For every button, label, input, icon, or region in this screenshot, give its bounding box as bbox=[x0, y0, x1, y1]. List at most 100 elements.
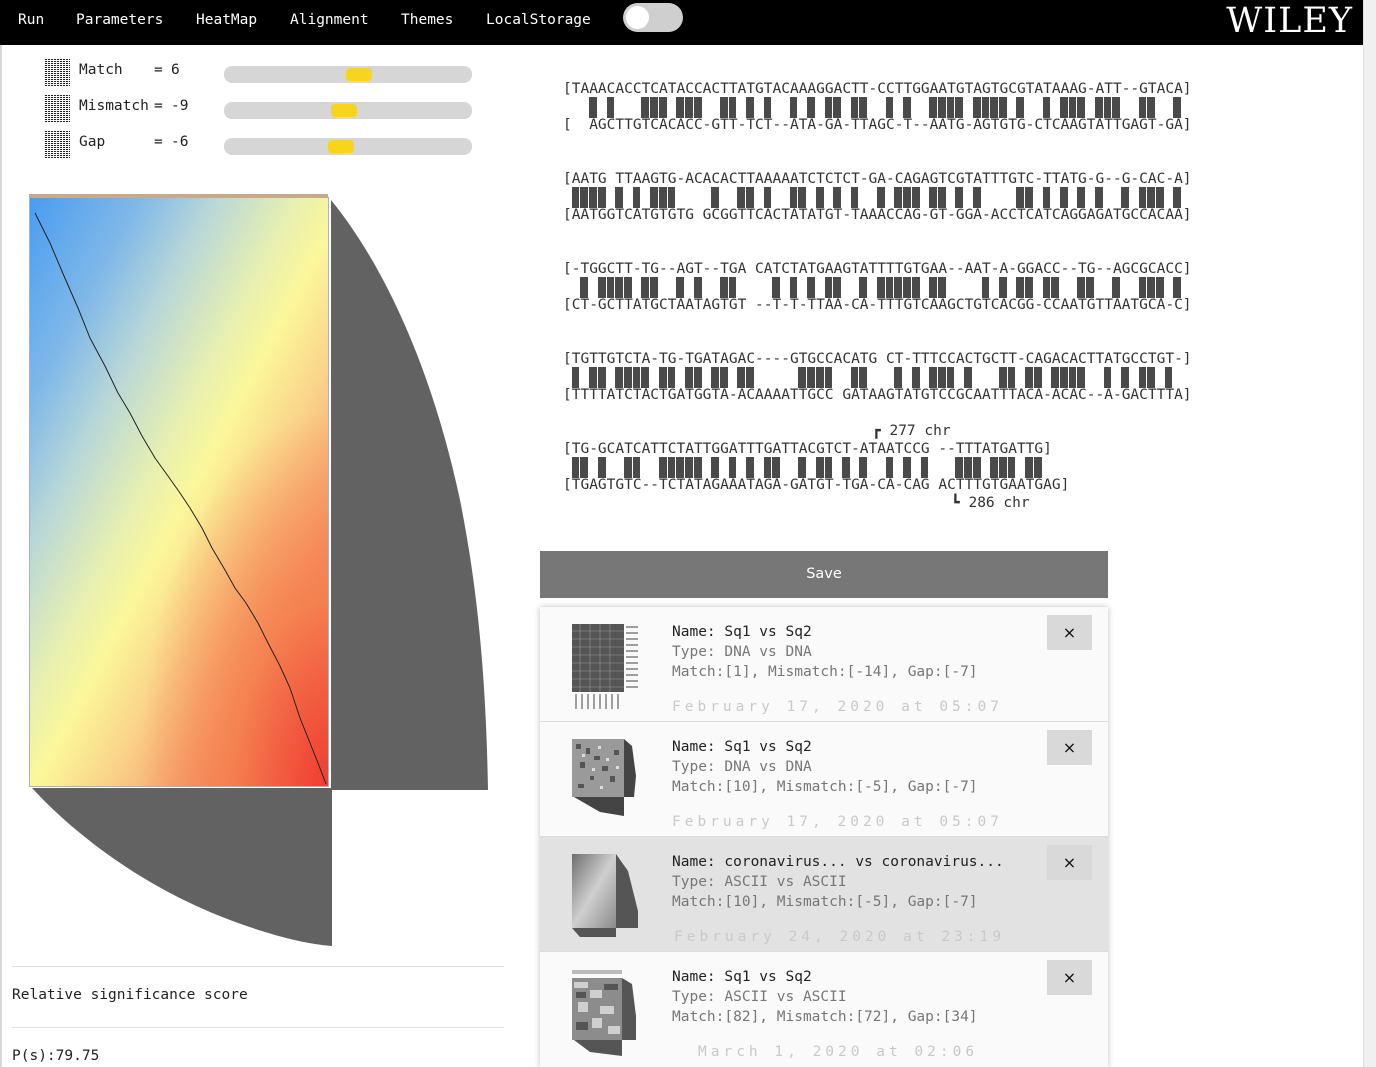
match-bar bbox=[815, 367, 824, 388]
match-bar bbox=[1121, 367, 1129, 388]
match-bar bbox=[685, 457, 693, 478]
match-bar bbox=[1025, 187, 1033, 208]
match-bar bbox=[894, 187, 903, 208]
match-bar bbox=[632, 187, 641, 208]
match-bar bbox=[1016, 187, 1025, 208]
match-bar bbox=[597, 187, 606, 208]
match-bar bbox=[763, 97, 772, 118]
marker-bottom: ┗ 286 chr bbox=[951, 495, 1030, 511]
match-bar bbox=[685, 367, 693, 388]
match-bar bbox=[580, 277, 589, 298]
close-icon: × bbox=[1062, 968, 1077, 987]
match-bar bbox=[1033, 457, 1042, 478]
item-params: Match:[1], Mismatch:[-14], Gap:[-7] bbox=[672, 664, 978, 680]
page-scrollbar[interactable] bbox=[1363, 0, 1376, 1067]
match-bar bbox=[1025, 367, 1033, 388]
match-bar bbox=[1051, 367, 1060, 388]
match-bar bbox=[903, 277, 911, 298]
match-bar bbox=[658, 457, 667, 478]
delete-item-button[interactable]: × bbox=[1047, 845, 1092, 880]
match-bar bbox=[833, 97, 842, 118]
heatmap-thumbnail-icon bbox=[572, 739, 636, 816]
match-bar bbox=[990, 457, 998, 478]
match-bar bbox=[676, 97, 685, 118]
match-bar bbox=[876, 187, 885, 208]
match-bar bbox=[911, 367, 920, 388]
saved-item[interactable]: Name: coronavirus... vs coronavirus... T… bbox=[540, 837, 1108, 952]
heatmap-canvas[interactable] bbox=[29, 197, 329, 787]
toggle-knob bbox=[626, 6, 649, 29]
match-bar bbox=[859, 97, 868, 118]
marker-bottom-label: 286 chr bbox=[968, 495, 1030, 511]
match-bar bbox=[1103, 97, 1112, 118]
match-bar bbox=[885, 97, 894, 118]
saved-item[interactable]: Name: Sq1 vs Sq2 Type: DNA vs DNA Match:… bbox=[540, 722, 1108, 837]
match-bar bbox=[624, 277, 632, 298]
match-bar bbox=[658, 367, 667, 388]
delete-item-button[interactable]: × bbox=[1047, 730, 1092, 765]
match-bar bbox=[1094, 97, 1103, 118]
match-bar bbox=[1138, 367, 1147, 388]
match-bar bbox=[1025, 277, 1033, 298]
match-bar bbox=[1173, 187, 1182, 208]
match-bar bbox=[1077, 187, 1086, 208]
match-bar bbox=[964, 457, 972, 478]
match-bar bbox=[850, 97, 859, 118]
match-bar bbox=[807, 97, 815, 118]
match-bar bbox=[624, 367, 632, 388]
match-bar bbox=[798, 457, 807, 478]
match-bar bbox=[972, 187, 981, 208]
match-bar bbox=[981, 97, 990, 118]
match-bar bbox=[632, 367, 641, 388]
match-bar bbox=[990, 97, 998, 118]
match-bar bbox=[1173, 97, 1182, 118]
match-bar bbox=[1007, 367, 1016, 388]
match-bar bbox=[737, 187, 746, 208]
theme-toggle-switch[interactable] bbox=[623, 3, 683, 32]
match-bar bbox=[894, 277, 903, 298]
match-bar bbox=[824, 277, 833, 298]
delete-item-button[interactable]: × bbox=[1047, 960, 1092, 995]
match-bar bbox=[728, 457, 737, 478]
saved-item[interactable]: Name: Sq1 vs Sq2 Type: ASCII vs ASCII Ma… bbox=[540, 952, 1108, 1067]
match-bar bbox=[1016, 277, 1025, 298]
close-icon: × bbox=[1062, 623, 1077, 642]
delete-item-button[interactable]: × bbox=[1047, 615, 1092, 650]
match-bar bbox=[711, 367, 719, 388]
wiley-logo: WILEY bbox=[1226, 1, 1353, 41]
match-bar bbox=[667, 187, 676, 208]
match-bar bbox=[929, 367, 937, 388]
match-bar bbox=[746, 187, 754, 208]
divider bbox=[12, 966, 504, 967]
match-bar bbox=[597, 457, 606, 478]
corner-top-icon: ┏ bbox=[872, 423, 890, 439]
alignment-bottom-seq: [TGAGTGTC--TCTATAGAAATAGA-GATGT-TGA-CA-C… bbox=[563, 477, 1070, 493]
alignment-top-seq: [TGTTGTCTA-TG-TGATAGAC----GTGCCACATG CT-… bbox=[563, 351, 1192, 367]
saved-item[interactable]: Name: Sq1 vs Sq2 Type: DNA vs DNA Match:… bbox=[540, 607, 1108, 722]
match-bar bbox=[1042, 97, 1051, 118]
match-bar bbox=[859, 277, 868, 298]
match-bar bbox=[650, 97, 658, 118]
match-bar bbox=[1147, 97, 1155, 118]
match-bar bbox=[1094, 187, 1103, 208]
match-bar bbox=[763, 457, 772, 478]
save-button[interactable]: Save bbox=[540, 551, 1108, 598]
right-projection bbox=[331, 200, 488, 790]
item-date: March 1, 2020 at 02:06 bbox=[698, 1044, 979, 1060]
alignment-top-seq: [TG-GCATCATTCTATTGGATTTGATTACGTCT-ATAATC… bbox=[563, 441, 1052, 457]
match-bar bbox=[833, 277, 842, 298]
match-bar bbox=[824, 457, 833, 478]
match-bar bbox=[693, 367, 702, 388]
match-bar bbox=[955, 457, 964, 478]
heatmap-thumbnail-icon bbox=[572, 624, 638, 709]
match-bar bbox=[964, 367, 972, 388]
match-bar bbox=[815, 457, 824, 478]
match-bar bbox=[641, 367, 650, 388]
alignment-top-seq: [AATG TTAAGTG-ACACACTTAAAAATCTCTCT-GA-CA… bbox=[563, 171, 1192, 187]
match-bar bbox=[1103, 367, 1112, 388]
match-bar bbox=[1007, 457, 1016, 478]
match-bar bbox=[1060, 97, 1068, 118]
match-bar bbox=[693, 277, 702, 298]
nav-localstorage[interactable]: LocalStorage bbox=[486, 0, 591, 40]
match-bar bbox=[815, 187, 824, 208]
